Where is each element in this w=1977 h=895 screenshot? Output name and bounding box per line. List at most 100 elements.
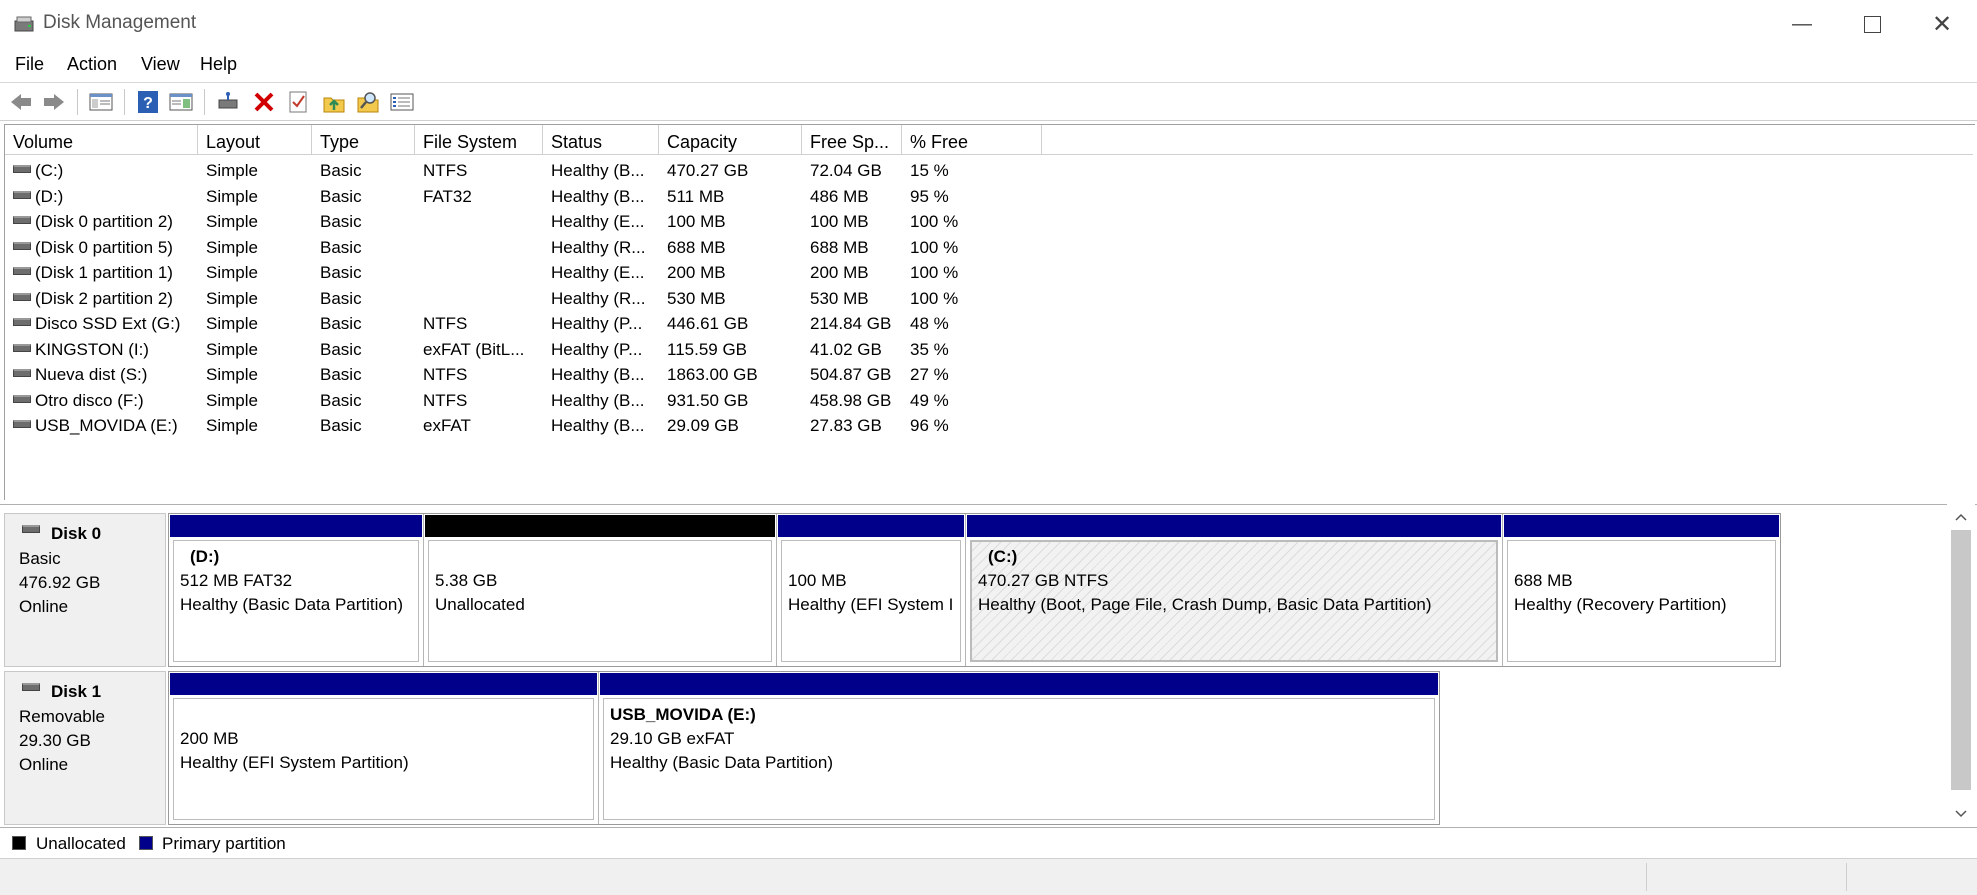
import-button[interactable] bbox=[319, 87, 349, 117]
table-row[interactable]: Nueva dist (S:) Simple Basic NTFS Healthy (B… bbox=[5, 362, 1973, 388]
cell-layout: Simple bbox=[206, 237, 258, 257]
cell-capacity: 511 MB bbox=[667, 186, 725, 206]
table-row[interactable]: KINGSTON (I:) Simple Basic exFAT (BitL... He… bbox=[5, 337, 1973, 363]
disk-1-header[interactable]: Disk 1 Removable 29.30 GB Online bbox=[4, 671, 166, 825]
volume-drive-icon bbox=[13, 420, 31, 428]
table-row[interactable]: (Disk 0 partition 5) Simple Basic Healthy (… bbox=[5, 235, 1973, 261]
primary-partition-bar bbox=[600, 673, 1438, 695]
help-button[interactable]: ? bbox=[133, 87, 163, 117]
cell-free-space: 504.87 GB bbox=[810, 365, 892, 384]
graphical-view-scrollbar[interactable] bbox=[1947, 504, 1975, 827]
table-row[interactable]: USB_MOVIDA (E:) Simple Basic exFAT Healthy (… bbox=[5, 413, 1973, 439]
cell-type: Basic bbox=[320, 416, 362, 435]
column-header-status[interactable]: Status bbox=[543, 125, 659, 155]
cell-percent-free: 100 % bbox=[910, 288, 959, 308]
check-properties-button[interactable] bbox=[283, 87, 313, 117]
list-view-button[interactable] bbox=[387, 87, 417, 117]
cell-layout: Simple bbox=[206, 416, 258, 435]
minimize-button[interactable]: — bbox=[1767, 0, 1837, 48]
cell-volume: (Disk 1 partition 1) bbox=[35, 263, 173, 282]
primary-partition-bar bbox=[170, 673, 597, 695]
back-icon bbox=[11, 94, 31, 110]
column-header-volume[interactable]: Volume bbox=[5, 125, 198, 155]
disk-state: Online bbox=[19, 597, 69, 616]
svg-text:?: ? bbox=[143, 95, 153, 112]
show-hide-console-tree-button[interactable] bbox=[86, 87, 116, 117]
console-tree-icon bbox=[89, 93, 113, 111]
menu-help[interactable]: Help bbox=[200, 54, 237, 75]
column-header-filler bbox=[1042, 125, 1973, 155]
menu-bar: File Action View Help bbox=[0, 48, 1977, 83]
maximize-button[interactable] bbox=[1837, 0, 1907, 48]
cell-layout: Simple bbox=[206, 212, 258, 231]
menu-view[interactable]: View bbox=[141, 54, 180, 75]
partition-recovery[interactable]: 688 MB Healthy (Recovery Partition) bbox=[1503, 514, 1780, 666]
disk-management-app-icon bbox=[14, 16, 34, 32]
column-header-layout[interactable]: Layout bbox=[198, 125, 312, 155]
partition-body-selected: (C:) 470.27 GB NTFS Healthy (Boot, Page … bbox=[970, 540, 1498, 662]
disk-0-header[interactable]: Disk 0 Basic 476.92 GB Online bbox=[4, 513, 166, 667]
partition-d[interactable]: (D:) 512 MB FAT32 Healthy (Basic Data Pa… bbox=[169, 514, 424, 666]
disk-icon bbox=[22, 525, 40, 533]
partition-efi-system[interactable]: 100 MB Healthy (EFI System I bbox=[777, 514, 966, 666]
partition-status: Healthy (EFI System I bbox=[788, 595, 954, 614]
table-row[interactable]: Disco SSD Ext (G:) Simple Basic NTFS Healthy… bbox=[5, 311, 1973, 337]
table-row[interactable]: (Disk 0 partition 2) Simple Basic Healthy (… bbox=[5, 209, 1973, 235]
cell-status: Healthy (B... bbox=[551, 365, 645, 384]
column-header-type[interactable]: Type bbox=[312, 125, 415, 155]
close-button[interactable]: ✕ bbox=[1907, 0, 1977, 48]
cell-capacity: 530 MB bbox=[667, 288, 726, 308]
partition-body: USB_MOVIDA (E:) 29.10 GB exFAT Healthy (… bbox=[603, 698, 1435, 820]
connect-virtual-disk-button[interactable] bbox=[213, 87, 243, 117]
scrollbar-thumb[interactable] bbox=[1951, 530, 1971, 790]
forward-button[interactable] bbox=[39, 87, 69, 117]
column-header-percent-free[interactable]: % Free bbox=[902, 125, 1042, 155]
cell-layout: Simple bbox=[206, 390, 258, 410]
column-header-capacity[interactable]: Capacity bbox=[659, 125, 802, 155]
scroll-down-icon[interactable] bbox=[1954, 809, 1968, 819]
volume-drive-icon bbox=[13, 292, 31, 301]
cell-volume: Nueva dist (S:) bbox=[35, 365, 148, 384]
cell-volume: (C:) bbox=[35, 161, 64, 180]
table-row[interactable]: (D:) Simple Basic FAT32 Healthy (B... 511 MB 4… bbox=[5, 184, 1973, 210]
back-button[interactable] bbox=[6, 87, 36, 117]
cell-type: Basic bbox=[320, 390, 362, 410]
table-row[interactable]: Otro disco (F:) Simple Basic NTFS Healthy (B… bbox=[5, 388, 1973, 414]
delete-button[interactable] bbox=[249, 87, 279, 117]
partition-efi-system[interactable]: 200 MB Healthy (EFI System Partition) bbox=[169, 672, 599, 824]
cell-volume: KINGSTON (I:) bbox=[35, 339, 149, 359]
table-row[interactable]: (C:) Simple Basic NTFS Healthy (B... 470.27 G… bbox=[5, 158, 1973, 184]
disk-icon bbox=[22, 683, 40, 691]
unallocated-bar bbox=[425, 515, 775, 537]
cell-layout: Simple bbox=[206, 186, 258, 206]
cell-capacity: 1863.00 GB bbox=[667, 365, 758, 384]
cell-volume: USB_MOVIDA (E:) bbox=[35, 416, 178, 435]
help-icon: ? bbox=[138, 91, 158, 113]
cell-free-space: 200 MB bbox=[810, 263, 869, 282]
cell-file-system: NTFS bbox=[423, 365, 468, 384]
menu-action[interactable]: Action bbox=[67, 54, 117, 75]
cell-free-space: 100 MB bbox=[810, 212, 869, 231]
properties-view-button[interactable] bbox=[166, 87, 196, 117]
column-header-file-system[interactable]: File System bbox=[415, 125, 543, 155]
cell-status: Healthy (B... bbox=[551, 186, 645, 206]
table-row[interactable]: (Disk 1 partition 1) Simple Basic Healthy (… bbox=[5, 260, 1973, 286]
menu-file[interactable]: File bbox=[15, 54, 44, 75]
table-row[interactable]: (Disk 2 partition 2) Simple Basic Healthy (… bbox=[5, 286, 1973, 312]
cell-capacity: 931.50 GB bbox=[667, 390, 749, 410]
check-icon bbox=[289, 91, 307, 113]
close-icon: ✕ bbox=[1931, 10, 1953, 38]
cell-free-space: 458.98 GB bbox=[810, 390, 892, 410]
column-header-free-space[interactable]: Free Sp... bbox=[802, 125, 902, 155]
search-disk-icon bbox=[357, 92, 379, 113]
scroll-up-icon[interactable] bbox=[1954, 512, 1968, 522]
partition-body: 100 MB Healthy (EFI System I bbox=[781, 540, 961, 662]
partition-c[interactable]: (C:) 470.27 GB NTFS Healthy (Boot, Page … bbox=[966, 514, 1503, 666]
partition-size: 470.27 GB NTFS bbox=[978, 571, 1109, 590]
rescan-button[interactable] bbox=[353, 87, 383, 117]
volume-list[interactable]: Volume Layout Type File System Status Ca… bbox=[4, 124, 1975, 500]
cell-percent-free: 100 % bbox=[910, 212, 959, 231]
unallocated-space[interactable]: 5.38 GB Unallocated bbox=[424, 514, 777, 666]
partition-usb-movida[interactable]: USB_MOVIDA (E:) 29.10 GB exFAT Healthy (… bbox=[599, 672, 1439, 824]
volume-drive-icon bbox=[13, 369, 31, 377]
